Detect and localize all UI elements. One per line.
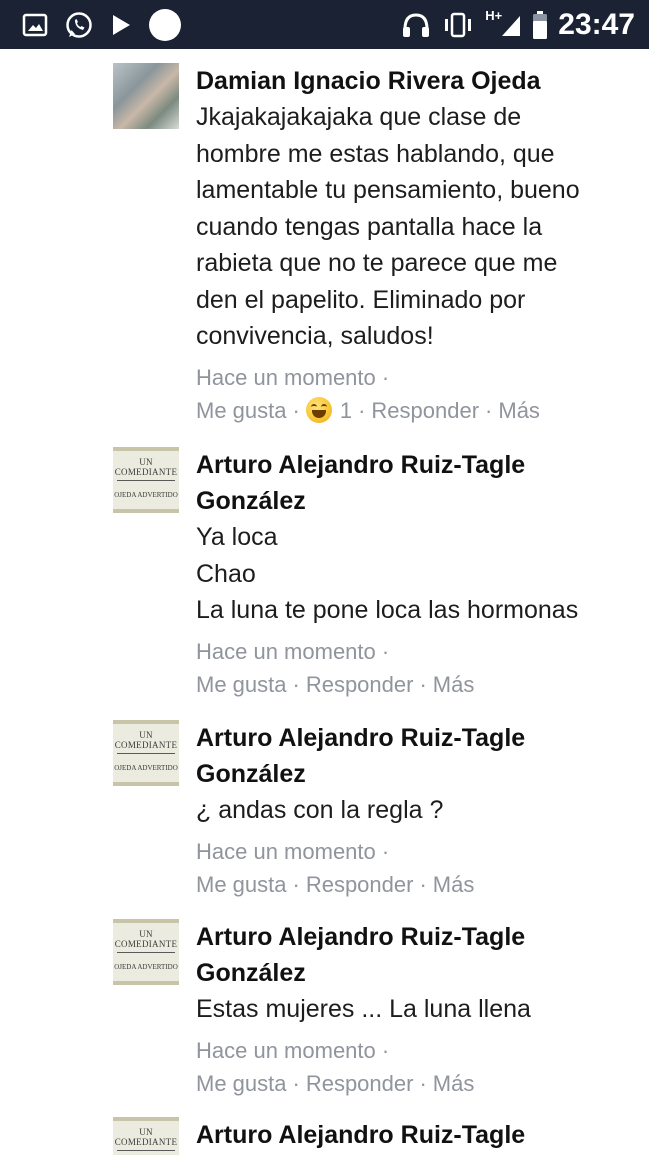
avatar-card-subtitle: OJEDA ADVERTIDO [114,963,178,971]
separator: · [485,397,493,423]
like-button[interactable]: Me gusta [196,1067,287,1100]
play-icon [110,13,132,37]
comment-text-line: Estas mujeres ... La luna llena [196,995,531,1023]
comment-timestamp: Hace un momento · [196,838,390,864]
avatar-card-rule [117,1150,175,1151]
headphones-icon [401,11,431,39]
signal-icon [500,12,522,38]
avatar[interactable]: UN COMEDIANTE OJEDA ADVERTIDO [113,1117,179,1155]
avatar-card-rule [117,480,175,481]
comment-text-line: cuando tengas pantalla hace la [196,212,543,241]
avatar-card-title: UN COMEDIANTE [114,1127,178,1147]
comments-feed: Damian Ignacio Rivera Ojeda Jkajakajakaj… [0,49,649,1155]
laugh-reaction-icon[interactable] [305,397,332,423]
comment-actions: Me gusta · Responder · Más [196,868,635,901]
comment-timestamp: Hace un momento · [196,1037,390,1063]
comment-text-line: La luna te pone loca las hormonas [196,596,579,624]
separator: · [292,397,300,423]
comment-author-line: Arturo Alejandro Ruiz-Tagle [196,1121,526,1149]
avatar-card-title: UN COMEDIANTE [114,730,178,750]
comment-author-line: González [196,487,306,515]
separator: · [292,671,300,697]
reply-button[interactable]: Responder [306,1067,414,1100]
like-button[interactable]: Me gusta [196,668,287,701]
comment-timestamp: Hace un momento · [196,638,390,664]
avatar-card-rule [117,753,175,754]
comment-timestamp: Hace un momento · [196,364,390,390]
comment-actions: Me gusta · Responder · Más [196,668,635,701]
whatsapp-icon [64,10,94,40]
comment-author[interactable]: Damian Ignacio Rivera Ojeda [196,63,635,99]
comment-text-line: rabieta que no te parece que me [196,249,558,277]
comment-text-line: ¿ andas con la regla ? [196,796,444,824]
comment-author-line: Arturo Alejandro Ruiz-Tagle [196,923,526,951]
comment-text-line: Chao [196,559,256,588]
comment-author-line: Arturo Alejandro Ruiz-Tagle [196,451,526,479]
more-button[interactable]: Más [433,868,475,901]
avatar[interactable]: UN COMEDIANTE OJEDA ADVERTIDO [113,919,179,985]
comment-actions: Me gusta · Responder · Más [196,1067,635,1100]
vibrate-icon [441,11,475,39]
comment-text: Jkajakajakajaka que clase de hombre me e… [196,99,635,355]
separator: · [292,1070,300,1096]
separator: · [419,871,427,897]
comment-author[interactable]: Arturo Alejandro Ruiz-Tagle González [196,919,635,991]
comment-text-line: Ya loca [196,523,278,551]
circle-icon [148,8,182,42]
comment-author-line: González [196,760,306,788]
comment-text-line: den el papelito. Eliminado por [196,285,526,314]
comment-author-line: González [196,959,306,987]
comment-text-line: lamentable tu pensamiento, bueno [196,176,580,204]
reply-button[interactable]: Responder [306,868,414,901]
avatar-card-title: UN COMEDIANTE [114,457,178,477]
avatar[interactable]: UN COMEDIANTE OJEDA ADVERTIDO [113,447,179,513]
reply-button[interactable]: Responder [306,668,414,701]
comment-actions: Me gusta · 1 · Responder · Más [196,394,635,427]
avatar-card-subtitle: OJEDA ADVERTIDO [114,764,178,772]
avatar[interactable] [113,63,179,129]
separator: · [419,1070,427,1096]
image-icon [22,13,48,37]
more-button[interactable]: Más [433,668,475,701]
status-clock: 23:47 [558,7,635,41]
like-button[interactable]: Me gusta [196,868,287,901]
comment-text-line: convivencia, saludos! [196,322,434,350]
separator: · [419,671,427,697]
comment-text: ¿ andas con la regla ? [196,792,635,829]
reaction-count[interactable]: 1 [340,394,352,427]
avatar-card-title: UN COMEDIANTE [114,929,178,949]
avatar[interactable]: UN COMEDIANTE OJEDA ADVERTIDO [113,720,179,786]
like-button[interactable]: Me gusta [196,394,287,427]
more-button[interactable]: Más [498,394,540,427]
more-button[interactable]: Más [433,1067,475,1100]
comment-text-line: Jkajakajakajaka que clase de [196,103,522,131]
battery-icon [532,10,548,40]
separator: · [292,871,300,897]
comment-author[interactable]: Arturo Alejandro Ruiz-Tagle González [196,447,635,519]
comment-text: Estas mujeres ... La luna llena [196,991,635,1028]
comment-text: Ya loca Chao La luna te pone loca las ho… [196,519,635,629]
avatar-card-rule [117,952,175,953]
status-bar: H+ 23:47 [0,0,649,49]
network-type-label: H+ [485,8,503,23]
separator: · [358,397,366,423]
comment-author[interactable]: Arturo Alejandro Ruiz-Tagle [196,1117,635,1153]
reply-button[interactable]: Responder [371,394,479,427]
comment-author-line: Arturo Alejandro Ruiz-Tagle [196,724,526,752]
avatar-card-subtitle: OJEDA ADVERTIDO [114,491,178,499]
comment-author[interactable]: Arturo Alejandro Ruiz-Tagle González [196,720,635,792]
comment-text-line: hombre me estas hablando, que [196,139,555,168]
